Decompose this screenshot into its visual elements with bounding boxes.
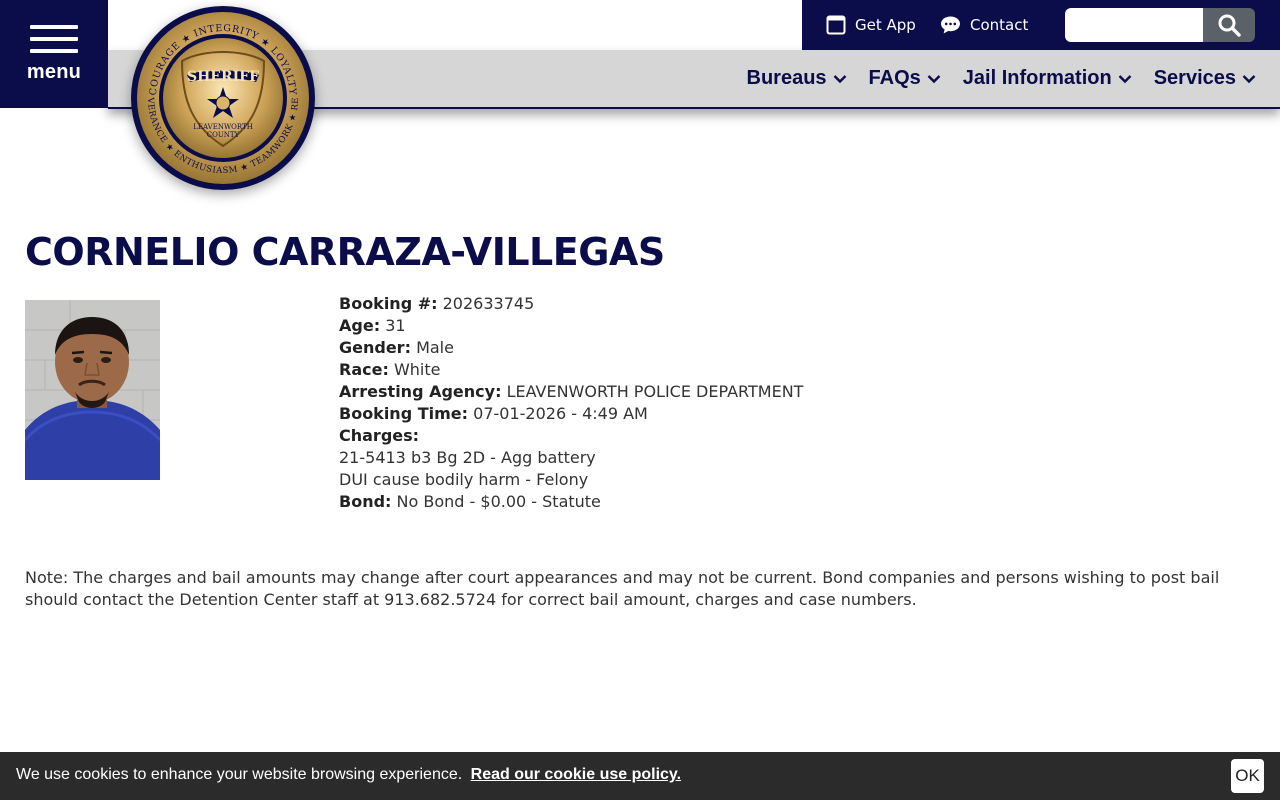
charge-item: 21-5413 b3 Bg 2D - Agg battery xyxy=(339,448,596,467)
chevron-down-icon xyxy=(833,74,847,84)
nav-item-jail-information[interactable]: Jail Information xyxy=(963,67,1132,90)
booking-time-label: Booking Time: xyxy=(339,404,469,423)
arresting-agency-label: Arresting Agency: xyxy=(339,382,502,401)
booking-time-row: Booking Time: 07-01-2026 - 4:49 AM xyxy=(339,403,803,425)
charges-disclaimer-note: Note: The charges and bail amounts may c… xyxy=(25,568,1220,609)
age-row: Age: 31 xyxy=(339,315,803,337)
booking-number-row: Booking #: 202633745 xyxy=(339,293,803,315)
mobile-app-icon xyxy=(826,15,846,35)
contact-label: Contact xyxy=(970,16,1029,34)
nav-item-label: Bureaus xyxy=(746,67,827,89)
cookie-banner: We use cookies to enhance your website b… xyxy=(0,752,1280,800)
search-icon xyxy=(1217,13,1241,37)
age-value: 31 xyxy=(385,316,406,335)
inmate-name-title: CORNELIO CARRAZA-VILLEGAS xyxy=(25,230,665,274)
bond-value: No Bond - $0.00 - Statute xyxy=(396,492,601,511)
cookie-text: We use cookies to enhance your website b… xyxy=(16,766,463,783)
age-label: Age: xyxy=(339,316,381,335)
race-label: Race: xyxy=(339,360,389,379)
contact-link[interactable]: Contact xyxy=(940,15,1028,35)
hamburger-icon xyxy=(30,24,78,53)
cookie-message: We use cookies to enhance your website b… xyxy=(16,766,681,784)
chevron-down-icon xyxy=(1242,74,1256,84)
inmate-mugshot xyxy=(25,300,160,480)
gender-label: Gender: xyxy=(339,338,411,357)
nav-item-bureaus[interactable]: Bureaus xyxy=(747,67,847,90)
arresting-agency-row: Arresting Agency: LEAVENWORTH POLICE DEP… xyxy=(339,381,803,403)
booking-number-label: Booking #: xyxy=(339,294,438,313)
booking-details: Booking #: 202633745 Age: 31 Gender: Mal… xyxy=(339,293,803,513)
nav-item-services[interactable]: Services xyxy=(1154,67,1256,90)
utility-bar: Get App Contact xyxy=(802,0,1280,50)
race-row: Race: White xyxy=(339,359,803,381)
charges-row: Charges: xyxy=(339,425,803,447)
nav-item-label: Services xyxy=(1153,67,1236,89)
get-app-label: Get App xyxy=(855,16,916,34)
arresting-agency-value: LEAVENWORTH POLICE DEPARTMENT xyxy=(506,382,804,401)
chevron-down-icon xyxy=(1118,74,1132,84)
charge-item: DUI cause bodily harm - Felony xyxy=(339,470,589,489)
gender-value: Male xyxy=(416,338,454,357)
search-box xyxy=(1065,8,1255,42)
seal-badge-county2: COUNTY xyxy=(207,131,240,139)
bond-row: Bond: No Bond - $0.00 - Statute xyxy=(339,491,803,513)
charges-label: Charges: xyxy=(339,426,420,445)
seal-badge-title: SHERIFF xyxy=(187,69,259,85)
chevron-down-icon xyxy=(927,74,941,84)
chat-bubble-icon xyxy=(940,15,961,35)
booking-time-value: 07-01-2026 - 4:49 AM xyxy=(473,404,648,423)
menu-button[interactable]: menu xyxy=(0,0,108,108)
seal-badge-county: LEAVENWORTH xyxy=(193,123,253,131)
cookie-ok-button[interactable]: OK xyxy=(1231,759,1264,793)
bond-label: Bond: xyxy=(339,492,392,511)
gender-row: Gender: Male xyxy=(339,337,803,359)
search-input[interactable] xyxy=(1065,8,1203,42)
nav-item-faqs[interactable]: FAQs xyxy=(869,67,941,90)
get-app-link[interactable]: Get App xyxy=(826,15,916,35)
nav-item-label: FAQs xyxy=(868,67,921,89)
search-button[interactable] xyxy=(1203,8,1255,42)
cookie-policy-link[interactable]: Read our cookie use policy. xyxy=(471,766,681,783)
race-value: White xyxy=(393,360,441,379)
nav-item-label: Jail Information xyxy=(962,67,1112,89)
sheriff-seal-logo[interactable]: COURAGE ★ INTEGRITY ★ LOYALTY PERSEVERAN… xyxy=(126,0,316,191)
menu-label: menu xyxy=(26,60,82,83)
booking-number-value: 202633745 xyxy=(442,294,535,313)
